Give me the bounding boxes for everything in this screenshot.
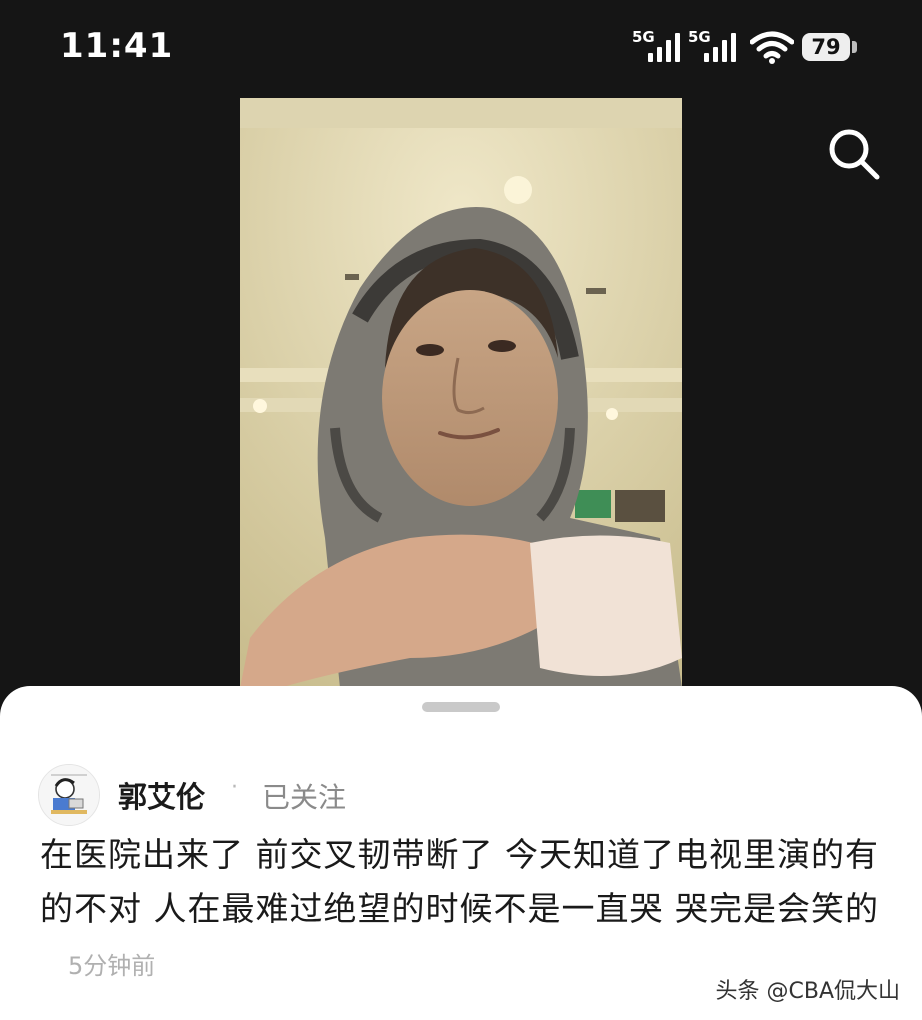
drag-handle[interactable] [422, 702, 500, 712]
wifi-icon [750, 31, 794, 64]
network-type-label: 5G [632, 28, 655, 46]
author-name[interactable]: 郭艾伦 [118, 774, 205, 816]
search-icon [829, 129, 880, 180]
selfie-image [240, 98, 682, 688]
post-photo[interactable] [240, 98, 682, 688]
cellular-signal-icon-2: 5G [688, 28, 744, 64]
post-content: 在医院出来了 前交叉韧带断了 今天知道了电视里演的有的不对 人在最难过绝望的时候… [40, 828, 890, 993]
separator-dot: · [231, 775, 238, 800]
search-button[interactable] [826, 126, 882, 182]
follow-status-button[interactable]: 已关注 [262, 776, 346, 816]
status-bar: 11:41 5G 5G 79 [0, 0, 922, 96]
battery-tip [852, 41, 857, 53]
post-body-text: 在医院出来了 前交叉韧带断了 今天知道了电视里演的有的不对 人在最难过绝望的时候… [40, 835, 879, 928]
post-detail-sheet: 郭艾伦 · 已关注 在医院出来了 前交叉韧带断了 今天知道了电视里演的有的不对 … [0, 686, 922, 1020]
avatar-cartoon-icon [39, 765, 99, 825]
status-time: 11:41 [60, 26, 174, 66]
cellular-signal-icon-1: 5G [632, 28, 688, 64]
post-timestamp: 5分钟前 [68, 952, 156, 980]
battery-icon: 79 [802, 33, 850, 61]
source-watermark: 头条 @CBA侃大山 [715, 979, 901, 1004]
author-avatar[interactable] [38, 764, 100, 826]
network-type-label: 5G [688, 28, 711, 46]
